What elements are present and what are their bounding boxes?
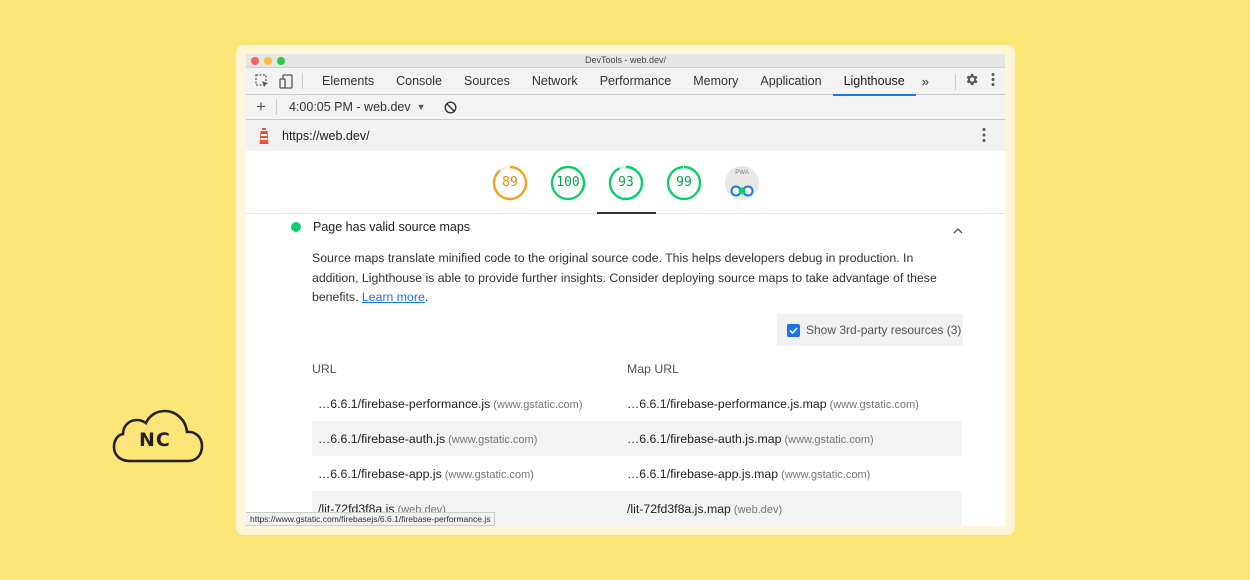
map-url-cell[interactable]: …6.6.1/firebase-app.js.map (www.gstatic.c… [627, 467, 962, 481]
url-cell[interactable]: …6.6.1/firebase-auth.js (www.gstatic.com) [312, 432, 627, 446]
column-header-map-url: Map URL [627, 362, 679, 376]
map-url-cell[interactable]: …6.6.1/firebase-performance.js.map (www.g… [627, 397, 962, 411]
map-url-cell[interactable]: …6.6.1/firebase-auth.js.map (www.gstatic.… [627, 432, 962, 446]
lighthouse-icon [246, 127, 282, 145]
clear-all-icon[interactable] [444, 100, 457, 114]
report-selector-value: 4:00:05 PM - web.dev [289, 100, 411, 114]
score-gauges: 89 100 93 99 PWA [246, 151, 1005, 214]
logo-text: NC [139, 429, 171, 451]
window-title: DevTools - web.dev/ [584, 55, 667, 65]
map-url-text: /lit-72fd3f8a.js.map [627, 501, 731, 516]
gauge-score: 93 [618, 175, 634, 190]
table-row: …6.6.1/firebase-performance.js (www.gstat… [312, 386, 962, 421]
gauge-score: 89 [502, 175, 518, 190]
audit-title: Page has valid source maps [313, 220, 471, 234]
url-text: …6.6.1/firebase-auth.js [318, 431, 446, 446]
caret-down-icon: ▼ [416, 102, 426, 112]
url-text: …6.6.1/firebase-performance.js [318, 396, 491, 411]
url-host: (www.gstatic.com) [444, 468, 534, 481]
tab-application[interactable]: Application [749, 68, 832, 95]
device-toolbar-icon[interactable] [274, 68, 298, 95]
report-menu-icon[interactable] [981, 127, 987, 148]
tab-network[interactable]: Network [521, 68, 589, 95]
gauge-score: 99 [676, 175, 692, 190]
map-url-cell[interactable]: /lit-72fd3f8a.js.map (web.dev) [627, 502, 962, 516]
map-url-text: …6.6.1/firebase-app.js.map [627, 466, 779, 481]
map-url-host: (web.dev) [733, 503, 783, 516]
title-bar: DevTools - web.dev/ [246, 54, 1005, 68]
tab-performance[interactable]: Performance [589, 68, 683, 95]
table-header: URL Map URL [312, 362, 962, 386]
table-row: …6.6.1/firebase-app.js (www.gstatic.com) … [312, 456, 962, 491]
url-host: (www.gstatic.com) [448, 433, 538, 446]
new-report-button[interactable]: + [246, 97, 276, 117]
third-party-toggle[interactable]: Show 3rd-party resources (3) [777, 314, 963, 346]
source-maps-table: URL Map URL …6.6.1/firebase-performance.… [312, 362, 962, 526]
report-url: https://web.dev/ [282, 128, 370, 143]
url-cell[interactable]: …6.6.1/firebase-performance.js (www.gstat… [312, 397, 627, 411]
url-host: (www.gstatic.com) [493, 398, 583, 411]
map-url-text: …6.6.1/firebase-auth.js.map [627, 431, 782, 446]
report-selector[interactable]: 4:00:05 PM - web.dev ▼ [289, 100, 426, 114]
gauge-accessibility[interactable]: 100 [550, 165, 586, 201]
chevron-up-icon[interactable] [953, 221, 963, 239]
nc-cloud-logo: NC [112, 405, 204, 467]
pwa-label: PWA [735, 170, 749, 176]
url-text: …6.6.1/firebase-app.js [318, 466, 442, 481]
third-party-label: Show 3rd-party resources (3) [806, 323, 962, 337]
tab-sources[interactable]: Sources [453, 68, 521, 95]
third-party-checkbox[interactable] [787, 323, 800, 337]
url-cell[interactable]: …6.6.1/firebase-app.js (www.gstatic.com) [312, 467, 627, 481]
gauge-score: 100 [556, 175, 580, 190]
toolbar-divider [302, 73, 303, 89]
gauge-pwa[interactable]: PWA [724, 165, 760, 201]
gauge-seo[interactable]: 99 [666, 165, 702, 201]
tab-elements[interactable]: Elements [311, 68, 385, 95]
toolbar-divider [955, 73, 956, 90]
report-url-bar: https://web.dev/ [246, 120, 1005, 151]
link-status-bar: https://www.gstatic.com/firebasejs/6.6.1… [246, 512, 496, 526]
table-row: …6.6.1/firebase-auth.js (www.gstatic.com)… [312, 421, 962, 456]
devtools-window: DevTools - web.dev/ Elements Console Sou… [246, 54, 1005, 526]
map-url-host: (www.gstatic.com) [784, 433, 874, 446]
panel-tab-bar: Elements Console Sources Network Perform… [246, 68, 1005, 96]
gear-icon[interactable] [964, 72, 979, 92]
map-url-host: (www.gstatic.com) [781, 468, 871, 481]
gauge-performance[interactable]: 89 [492, 165, 528, 201]
audit-description: Source maps translate minified code to t… [312, 251, 937, 304]
gauge-best-practices[interactable]: 93 [608, 165, 644, 201]
more-tabs-button[interactable]: » [916, 74, 933, 89]
learn-more-link[interactable]: Learn more [362, 290, 425, 304]
lighthouse-toolbar: + 4:00:05 PM - web.dev ▼ [246, 95, 1005, 120]
tab-memory[interactable]: Memory [682, 68, 749, 95]
map-url-host: (www.gstatic.com) [829, 398, 919, 411]
kebab-menu-icon[interactable] [987, 72, 999, 92]
audit-header[interactable]: Page has valid source maps [291, 220, 470, 234]
tab-console[interactable]: Console [385, 68, 453, 95]
toolbar-right-actions [955, 68, 999, 95]
tab-lighthouse[interactable]: Lighthouse [832, 68, 916, 96]
pass-indicator [291, 222, 301, 232]
inspect-element-icon[interactable] [250, 68, 274, 95]
column-header-url: URL [312, 362, 337, 376]
map-url-text: …6.6.1/firebase-performance.js.map [627, 396, 827, 411]
toolbar-divider [276, 99, 277, 115]
